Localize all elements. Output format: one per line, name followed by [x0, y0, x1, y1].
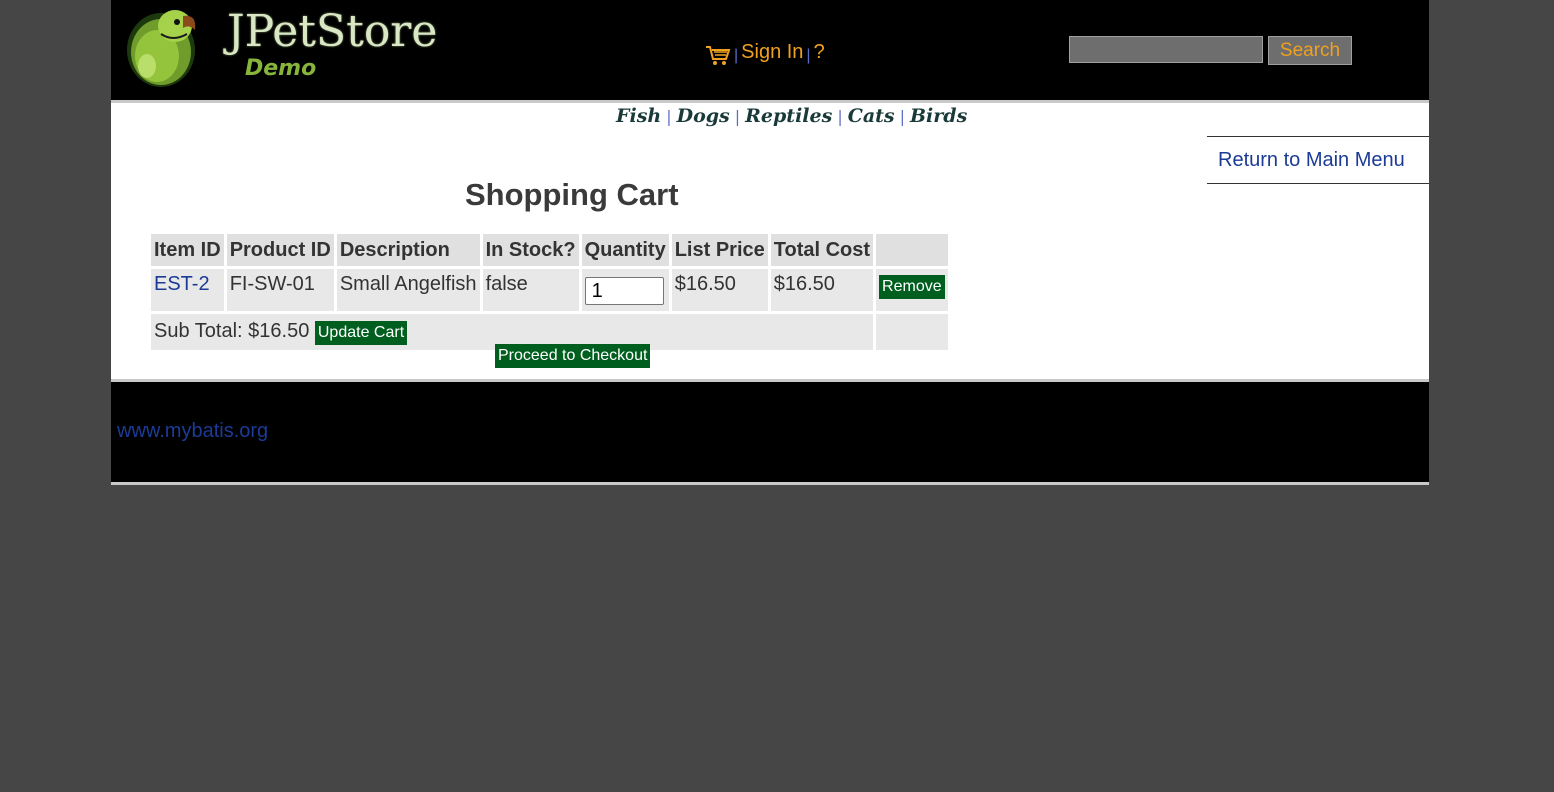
update-cart-button[interactable]: Update Cart: [314, 320, 408, 345]
cell-in-stock: false: [482, 269, 579, 311]
table-header-row: Item ID Product ID Description In Stock?…: [151, 234, 948, 266]
footer: www.mybatis.org: [111, 382, 1429, 482]
cell-quantity: [581, 269, 669, 311]
search-button[interactable]: Search: [1268, 36, 1352, 65]
menu-separator: |: [806, 47, 811, 64]
quicklink-separator: |: [837, 106, 843, 126]
logo-subtitle: Demo: [245, 56, 317, 81]
column-header-item-id: Item ID: [151, 234, 224, 266]
logo-title: JPetStore: [227, 6, 438, 57]
cell-description: Small Angelfish: [336, 269, 480, 311]
search-form: Search: [1069, 36, 1352, 65]
column-header-in-stock: In Stock?: [482, 234, 579, 266]
cell-list-price: $16.50: [671, 269, 768, 311]
subtotal-empty-cell: [876, 314, 948, 350]
column-header-actions: [876, 234, 948, 266]
cell-item-id: EST-2: [151, 269, 224, 311]
menu-separator: |: [734, 47, 739, 64]
item-id-link[interactable]: EST-2: [154, 273, 210, 295]
page-title: Shopping Cart: [465, 177, 679, 212]
remove-button[interactable]: Remove: [879, 274, 945, 299]
cart-table: Item ID Product ID Description In Stock?…: [148, 231, 951, 353]
column-header-description: Description: [336, 234, 480, 266]
return-to-main-menu-link[interactable]: Return to Main Menu: [1218, 149, 1405, 172]
column-header-total-cost: Total Cost: [770, 234, 874, 266]
cell-actions: Remove: [876, 269, 948, 311]
sign-in-link[interactable]: Sign In: [741, 41, 803, 64]
header-menu: | Sign In | ?: [705, 36, 825, 68]
cell-product-id: FI-SW-01: [226, 269, 334, 311]
quicklink-separator: |: [666, 106, 672, 126]
shopping-cart-icon[interactable]: [705, 45, 731, 67]
quicklink-birds[interactable]: Birds: [910, 105, 967, 127]
column-header-quantity: Quantity: [581, 234, 669, 266]
footer-bottom-divider: [111, 482, 1429, 485]
quicklink-reptiles[interactable]: Reptiles: [745, 105, 832, 127]
mybatis-link[interactable]: www.mybatis.org: [117, 420, 268, 443]
back-link-box: Return to Main Menu: [1207, 136, 1429, 184]
subtotal-text: Sub Total: $16.50: [154, 319, 310, 342]
search-input[interactable]: [1069, 36, 1263, 63]
quicklink-dogs[interactable]: Dogs: [677, 105, 730, 127]
quicklink-separator: |: [899, 106, 905, 126]
category-quicklinks: Fish | Dogs | Reptiles | Cats | Birds: [616, 105, 967, 127]
column-header-product-id: Product ID: [226, 234, 334, 266]
page-wrapper: JPetStore Demo | Sign In | ? Search Fish…: [111, 0, 1429, 485]
parrot-logo-icon: [127, 10, 196, 87]
quantity-input[interactable]: [584, 277, 664, 305]
logo[interactable]: JPetStore Demo: [125, 4, 445, 88]
proceed-to-checkout-button[interactable]: Proceed to Checkout: [495, 344, 651, 368]
column-header-list-price: List Price: [671, 234, 768, 266]
quicklink-fish[interactable]: Fish: [616, 105, 661, 127]
quicklink-cats[interactable]: Cats: [848, 105, 895, 127]
table-row: EST-2 FI-SW-01 Small Angelfish false $16…: [151, 269, 948, 311]
header: JPetStore Demo | Sign In | ? Search: [111, 0, 1429, 100]
cell-total-cost: $16.50: [770, 269, 874, 311]
quicklink-separator: |: [734, 106, 741, 126]
help-link[interactable]: ?: [814, 41, 825, 64]
